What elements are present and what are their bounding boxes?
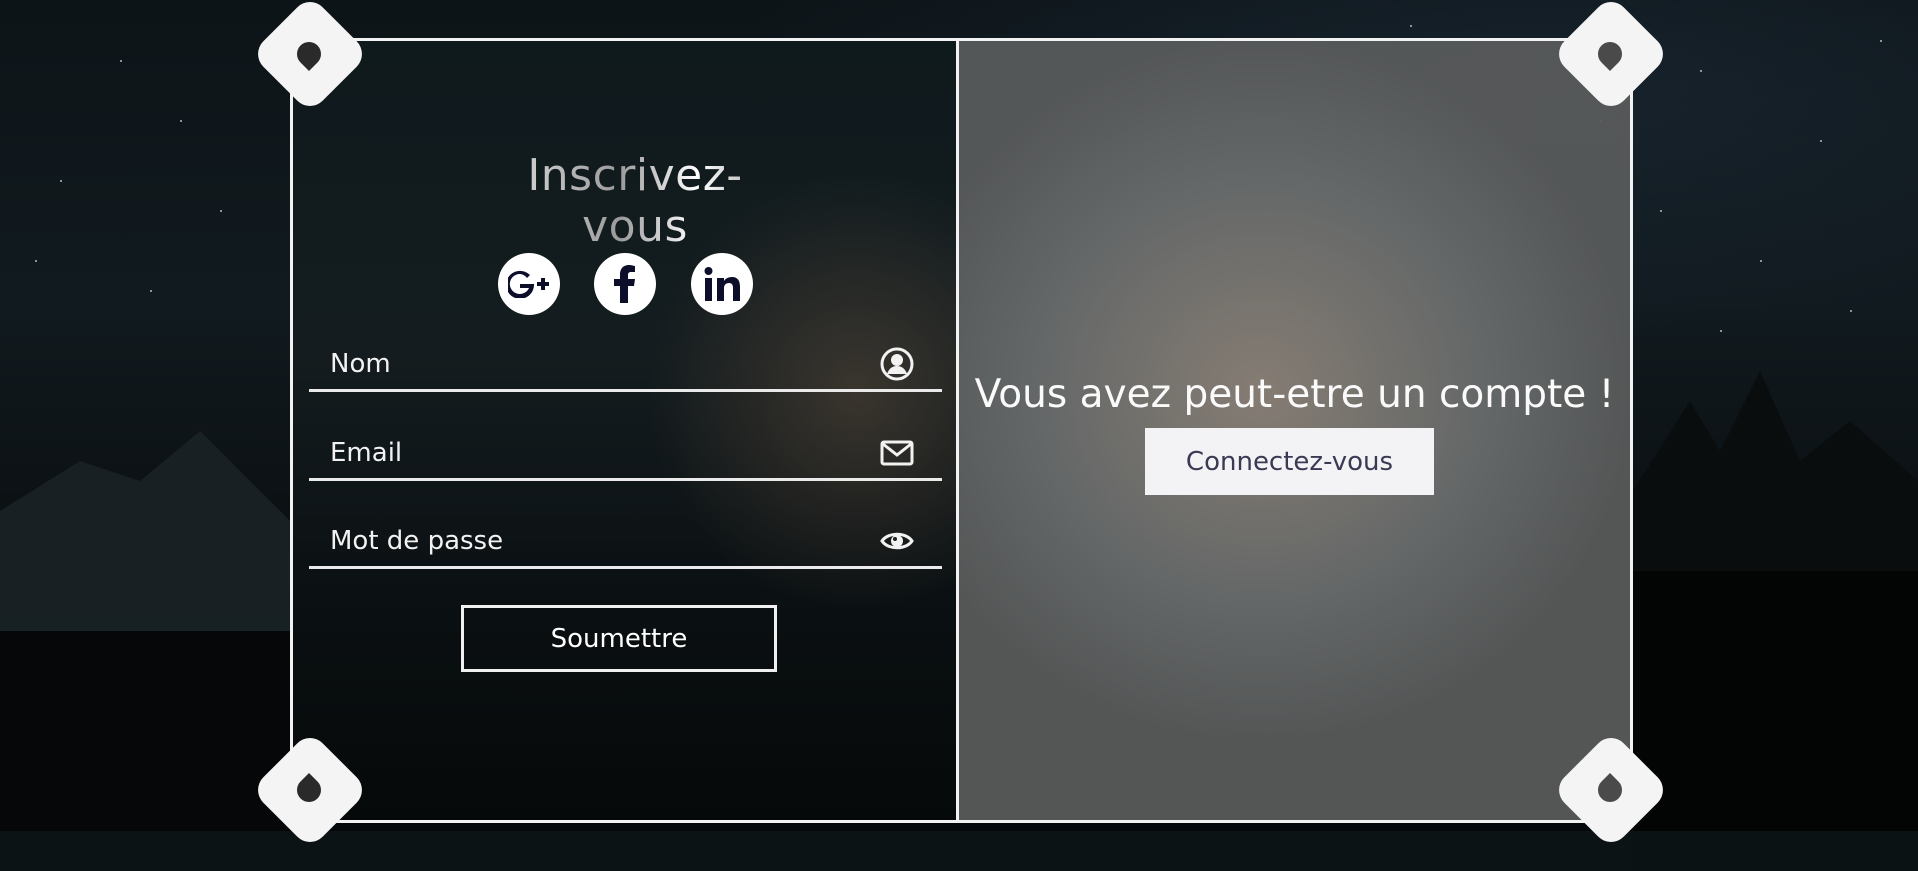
user-icon: [880, 347, 914, 381]
name-field: [309, 341, 942, 392]
envelope-icon: [880, 440, 914, 466]
email-field: [309, 430, 942, 481]
password-input[interactable]: [328, 518, 872, 564]
google-plus-icon[interactable]: [498, 253, 560, 315]
corner-pin-icon: [1561, 740, 1661, 840]
signup-title: Inscrivez-vous: [480, 150, 790, 252]
corner-pin-icon: [1561, 4, 1661, 104]
connect-button[interactable]: Connectez-vous: [1145, 428, 1434, 495]
linkedin-icon[interactable]: [691, 253, 753, 315]
password-field: [309, 518, 942, 569]
name-input[interactable]: [328, 341, 872, 387]
eye-icon[interactable]: [880, 524, 914, 558]
facebook-icon[interactable]: [594, 253, 656, 315]
login-prompt: Vous avez peut-etre un compte !: [974, 372, 1615, 417]
corner-pin-icon: [260, 4, 360, 104]
email-input[interactable]: [328, 430, 872, 476]
submit-button[interactable]: Soumettre: [461, 605, 777, 672]
corner-pin-icon: [260, 740, 360, 840]
